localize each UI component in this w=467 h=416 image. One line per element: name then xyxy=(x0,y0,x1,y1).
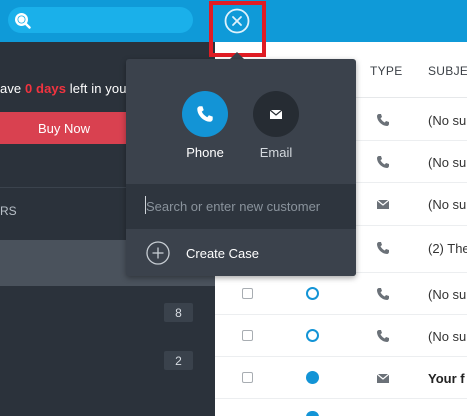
channel-phone[interactable]: Phone xyxy=(175,91,235,160)
mail-icon xyxy=(376,199,390,209)
mail-icon xyxy=(269,109,283,119)
phone-channel-button[interactable] xyxy=(182,91,228,137)
email-channel-button[interactable] xyxy=(253,91,299,137)
table-cell-subject[interactable]: Your f xyxy=(428,371,465,386)
customer-search-field[interactable]: Search or enter new customer xyxy=(126,184,356,229)
phone-icon xyxy=(377,288,389,300)
phone-label: Phone xyxy=(186,145,224,160)
status-open-icon xyxy=(306,329,319,342)
table-cell-subject[interactable]: (No su xyxy=(428,287,466,302)
phone-icon xyxy=(377,114,389,126)
trial-text-suffix: left in you xyxy=(66,81,127,96)
table-cell-subject[interactable]: (No su xyxy=(428,113,466,128)
phone-icon xyxy=(197,106,213,122)
search-icon xyxy=(15,13,31,29)
phone-icon xyxy=(377,330,389,342)
table-cell-subject[interactable]: (No su xyxy=(428,155,466,170)
row-checkbox[interactable] xyxy=(242,372,253,383)
trial-text-prefix: ave xyxy=(0,81,25,96)
status-open-icon xyxy=(306,287,319,300)
customer-search-placeholder: Search or enter new customer xyxy=(146,199,321,214)
row-divider xyxy=(215,314,467,315)
plus-circle-icon xyxy=(146,241,170,265)
column-header-subject[interactable]: SUBJEC xyxy=(428,64,467,78)
count-badge: 8 xyxy=(164,303,193,322)
phone-icon xyxy=(377,242,389,254)
row-checkbox[interactable] xyxy=(242,330,253,341)
status-new-icon xyxy=(306,411,319,416)
buy-now-button[interactable]: Buy Now xyxy=(0,112,128,144)
channel-email[interactable]: Email xyxy=(246,91,306,160)
row-divider xyxy=(215,356,467,357)
table-cell-subject[interactable]: (2) The xyxy=(428,241,467,256)
column-header-type[interactable]: TYPE xyxy=(370,64,403,78)
table-cell-subject[interactable]: (No su xyxy=(428,329,466,344)
create-case-button[interactable]: Create Case xyxy=(126,229,356,276)
create-case-label: Create Case xyxy=(186,246,259,261)
phone-icon xyxy=(377,156,389,168)
popover-caret xyxy=(230,52,244,59)
row-divider xyxy=(215,398,467,399)
row-checkbox[interactable] xyxy=(242,288,253,299)
table-cell-subject[interactable]: (No su xyxy=(428,197,466,212)
new-case-popover: Phone Email Search or enter new customer… xyxy=(126,59,356,276)
mail-icon xyxy=(376,373,390,383)
trial-days: 0 days xyxy=(24,81,67,96)
section-label: RS xyxy=(0,204,17,218)
highlight-box xyxy=(209,1,266,57)
count-badge: 2 xyxy=(164,351,193,370)
status-new-icon xyxy=(306,371,319,384)
search-field[interactable] xyxy=(8,7,193,33)
email-label: Email xyxy=(259,145,293,160)
